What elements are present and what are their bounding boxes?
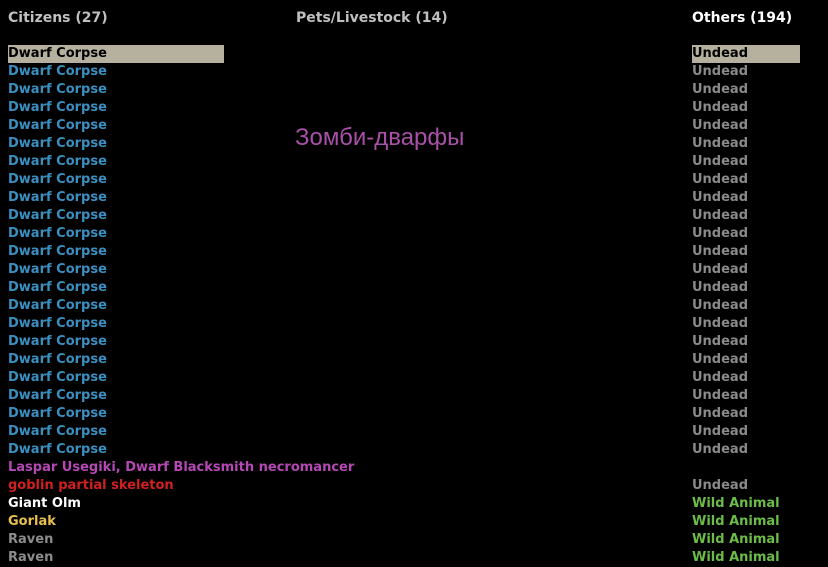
unit-name-row[interactable]: Dwarf Corpse [8, 243, 224, 261]
unit-name-row[interactable]: Giant Olm [8, 495, 224, 513]
unit-name-row[interactable]: Dwarf Corpse [8, 405, 224, 423]
unit-name-row[interactable]: Dwarf Corpse [8, 135, 224, 153]
overlay-caption: Зомби-дварфы [295, 124, 465, 151]
unit-type-row[interactable]: Undead [692, 171, 800, 189]
unit-name-row[interactable]: Dwarf Corpse [8, 261, 224, 279]
unit-name-row[interactable]: Dwarf Corpse [8, 423, 224, 441]
unit-name-row[interactable]: Raven [8, 531, 224, 549]
unit-name-row[interactable]: Dwarf Corpse [8, 315, 224, 333]
unit-name-row[interactable]: Dwarf Corpse [8, 369, 224, 387]
unit-type-row[interactable]: Undead [692, 117, 800, 135]
unit-name-row[interactable]: Dwarf Corpse [8, 153, 224, 171]
unit-name-list: Dwarf Corpse Dwarf Corpse Dwarf Corpse Dwar… [8, 45, 354, 567]
unit-name-row[interactable]: Gorlak [8, 513, 224, 531]
unit-type-row[interactable]: Undead [692, 189, 800, 207]
tab-pets-livestock[interactable]: Pets/Livestock (14) [296, 10, 448, 26]
unit-type-row[interactable]: Undead [692, 45, 800, 63]
unit-name-row[interactable]: Dwarf Corpse [8, 441, 224, 459]
unit-type-row[interactable]: Undead [692, 279, 800, 297]
unit-name-row[interactable]: Dwarf Corpse [8, 297, 224, 315]
unit-name-row[interactable]: Dwarf Corpse [8, 81, 224, 99]
unit-type-row[interactable]: Undead [692, 351, 800, 369]
unit-name-row[interactable]: Dwarf Corpse [8, 189, 224, 207]
unit-type-row[interactable]: Wild Animal [692, 531, 800, 549]
unit-name-row[interactable]: Dwarf Corpse [8, 117, 224, 135]
unit-type-row[interactable]: Undead [692, 243, 800, 261]
unit-type-row[interactable]: Undead [692, 477, 800, 495]
unit-type-list: Undead Undead Undead Undead Undead Undead Unde… [692, 45, 800, 567]
unit-type-row[interactable]: Undead [692, 135, 800, 153]
unit-name-row[interactable]: goblin partial skeleton [8, 477, 224, 495]
unit-name-row[interactable]: Dwarf Corpse [8, 171, 224, 189]
unit-name-row[interactable]: Dwarf Corpse [8, 225, 224, 243]
unit-name-row[interactable]: Laspar Usegiki, Dwarf Blacksmith necroma… [8, 459, 354, 477]
unit-type-row[interactable]: Undead [692, 315, 800, 333]
unit-type-row[interactable] [692, 459, 800, 477]
unit-name-row[interactable]: Dwarf Corpse [8, 387, 224, 405]
unit-name-row[interactable]: Dwarf Corpse [8, 333, 224, 351]
unit-name-row[interactable]: Dwarf Corpse [8, 63, 224, 81]
tab-others[interactable]: Others (194) [692, 10, 792, 26]
unit-name-row[interactable]: Dwarf Corpse [8, 207, 224, 225]
unit-type-row[interactable]: Undead [692, 405, 800, 423]
unit-type-row[interactable]: Wild Animal [692, 549, 800, 567]
unit-type-row[interactable]: Wild Animal [692, 513, 800, 531]
unit-name-row[interactable]: Raven [8, 549, 224, 567]
unit-type-row[interactable]: Wild Animal [692, 495, 800, 513]
unit-type-row[interactable]: Undead [692, 225, 800, 243]
unit-type-row[interactable]: Undead [692, 81, 800, 99]
unit-name-row[interactable]: Dwarf Corpse [8, 279, 224, 297]
unit-name-row[interactable]: Dwarf Corpse [8, 45, 224, 63]
unit-name-row[interactable]: Dwarf Corpse [8, 351, 224, 369]
unit-type-row[interactable]: Undead [692, 153, 800, 171]
unit-type-row[interactable]: Undead [692, 387, 800, 405]
unit-type-row[interactable]: Undead [692, 297, 800, 315]
unit-type-row[interactable]: Undead [692, 207, 800, 225]
unit-type-row[interactable]: Undead [692, 63, 800, 81]
unit-name-row[interactable]: Dwarf Corpse [8, 99, 224, 117]
unit-type-row[interactable]: Undead [692, 261, 800, 279]
unit-type-row[interactable]: Undead [692, 99, 800, 117]
unit-type-row[interactable]: Undead [692, 369, 800, 387]
tab-citizens[interactable]: Citizens (27) [8, 10, 108, 26]
unit-type-row[interactable]: Undead [692, 423, 800, 441]
unit-type-row[interactable]: Undead [692, 333, 800, 351]
unit-type-row[interactable]: Undead [692, 441, 800, 459]
